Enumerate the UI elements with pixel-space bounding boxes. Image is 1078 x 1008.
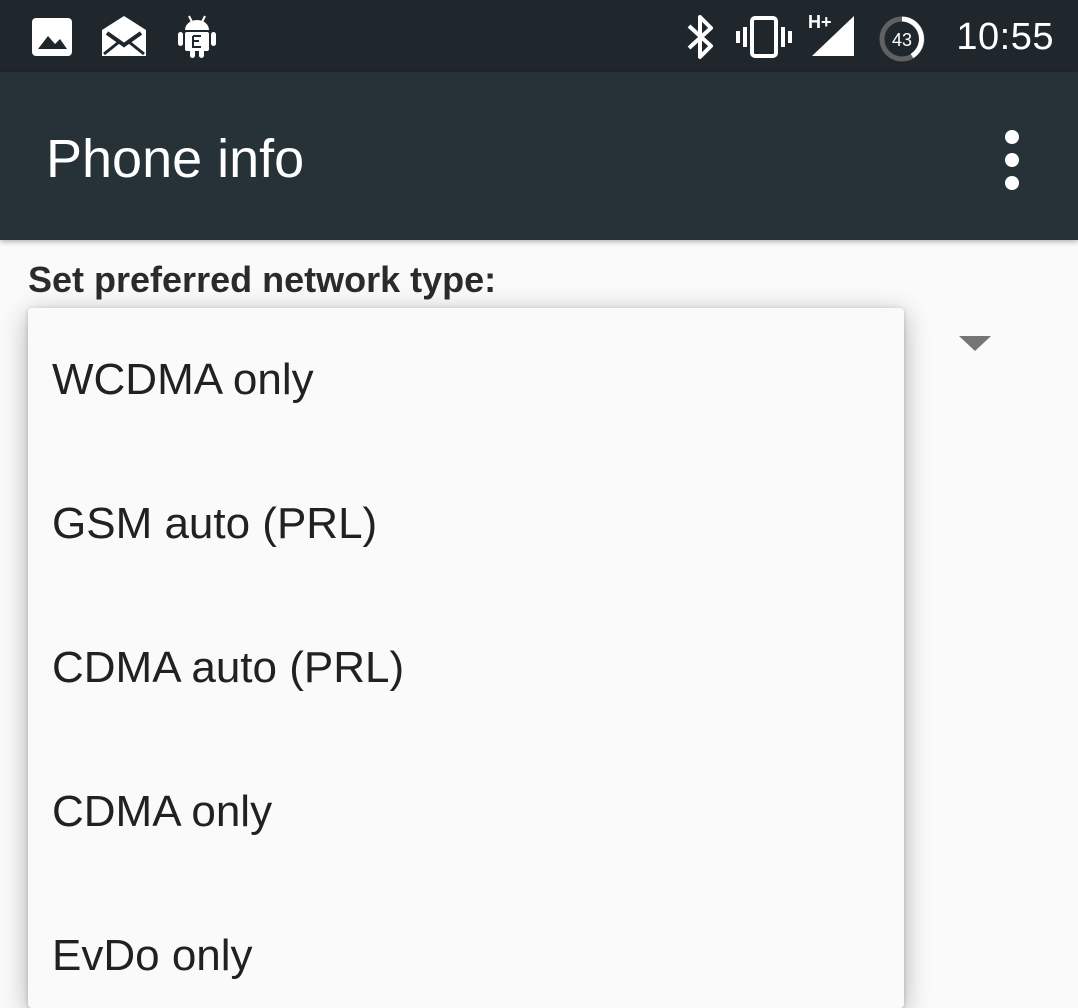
option-label: GSM auto (PRL) xyxy=(52,499,378,548)
email-icon xyxy=(102,16,146,56)
option-cdma-only[interactable]: CDMA only xyxy=(28,740,904,884)
dropdown-arrow-icon[interactable] xyxy=(959,336,991,351)
signal-icon: H+ xyxy=(808,12,854,56)
more-vert-icon[interactable] xyxy=(990,124,1034,196)
vibrate-icon xyxy=(736,16,792,58)
option-wcdma-only[interactable]: WCDMA only xyxy=(28,308,904,452)
bluetooth-icon xyxy=(687,15,713,59)
option-label: CDMA only xyxy=(52,787,273,836)
network-type-dropdown-menu: WCDMA only GSM auto (PRL) CDMA auto (PRL… xyxy=(28,308,904,1008)
app-bar: Phone info xyxy=(0,72,1078,240)
page-title: Phone info xyxy=(46,129,305,189)
option-label: WCDMA only xyxy=(52,355,314,404)
status-bar: H+ 43 10:55 xyxy=(0,0,1078,72)
option-evdo-only[interactable]: EvDo only xyxy=(28,884,904,1008)
status-clock: 10:55 xyxy=(956,16,1054,58)
option-label: CDMA auto (PRL) xyxy=(52,643,405,692)
battery-level: 43 xyxy=(892,30,912,50)
battery-icon: 43 xyxy=(879,16,925,62)
option-gsm-auto-prl[interactable]: GSM auto (PRL) xyxy=(28,452,904,596)
network-type-label: H+ xyxy=(808,12,832,32)
option-label: EvDo only xyxy=(52,931,253,980)
option-cdma-auto-prl[interactable]: CDMA auto (PRL) xyxy=(28,596,904,740)
android-debug-icon xyxy=(178,15,216,58)
image-icon xyxy=(32,18,72,56)
network-type-label: Set preferred network type: xyxy=(28,259,497,300)
